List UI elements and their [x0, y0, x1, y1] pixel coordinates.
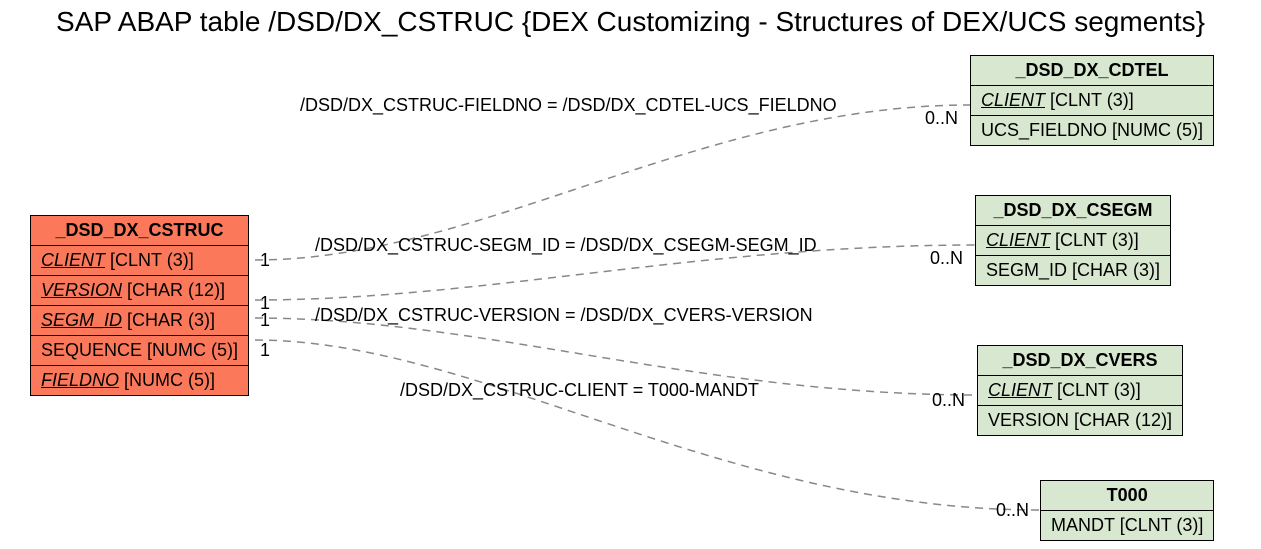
relation-label: /DSD/DX_CSTRUC-VERSION = /DSD/DX_CVERS-V… [315, 305, 813, 326]
entity-csegm-header: _DSD_DX_CSEGM [976, 196, 1171, 226]
entity-source-field: CLIENT [CLNT (3)] [31, 246, 249, 276]
entity-cdtel: _DSD_DX_CDTEL CLIENT [CLNT (3)] UCS_FIEL… [970, 55, 1214, 146]
entity-source-field: SEGM_ID [CHAR (3)] [31, 306, 249, 336]
entity-source: _DSD_DX_CSTRUC CLIENT [CLNT (3)] VERSION… [30, 215, 249, 396]
cardinality-left: 1 [260, 310, 270, 331]
entity-cvers-header: _DSD_DX_CVERS [978, 346, 1183, 376]
cardinality-right: 0..N [930, 248, 963, 269]
cardinality-right: 0..N [932, 390, 965, 411]
entity-source-field: VERSION [CHAR (12)] [31, 276, 249, 306]
entity-source-header: _DSD_DX_CSTRUC [31, 216, 249, 246]
relation-label: /DSD/DX_CSTRUC-SEGM_ID = /DSD/DX_CSEGM-S… [315, 235, 817, 256]
entity-t000: T000 MANDT [CLNT (3)] [1040, 480, 1214, 541]
cardinality-left: 1 [260, 250, 270, 271]
entity-cvers-field: CLIENT [CLNT (3)] [978, 376, 1183, 406]
entity-cvers: _DSD_DX_CVERS CLIENT [CLNT (3)] VERSION … [977, 345, 1183, 436]
page-title: SAP ABAP table /DSD/DX_CSTRUC {DEX Custo… [0, 6, 1261, 38]
entity-csegm: _DSD_DX_CSEGM CLIENT [CLNT (3)] SEGM_ID … [975, 195, 1171, 286]
entity-csegm-field: SEGM_ID [CHAR (3)] [976, 256, 1171, 286]
entity-cvers-field: VERSION [CHAR (12)] [978, 406, 1183, 436]
entity-t000-header: T000 [1041, 481, 1214, 511]
cardinality-right: 0..N [925, 108, 958, 129]
entity-cdtel-header: _DSD_DX_CDTEL [971, 56, 1214, 86]
entity-cdtel-field: UCS_FIELDNO [NUMC (5)] [971, 116, 1214, 146]
entity-cdtel-field: CLIENT [CLNT (3)] [971, 86, 1214, 116]
entity-csegm-field: CLIENT [CLNT (3)] [976, 226, 1171, 256]
relation-label: /DSD/DX_CSTRUC-FIELDNO = /DSD/DX_CDTEL-U… [300, 95, 837, 116]
relation-label: /DSD/DX_CSTRUC-CLIENT = T000-MANDT [400, 380, 759, 401]
cardinality-right: 0..N [996, 500, 1029, 521]
entity-t000-field: MANDT [CLNT (3)] [1041, 511, 1214, 541]
entity-source-field: SEQUENCE [NUMC (5)] [31, 336, 249, 366]
entity-source-field: FIELDNO [NUMC (5)] [31, 366, 249, 396]
cardinality-left: 1 [260, 340, 270, 361]
